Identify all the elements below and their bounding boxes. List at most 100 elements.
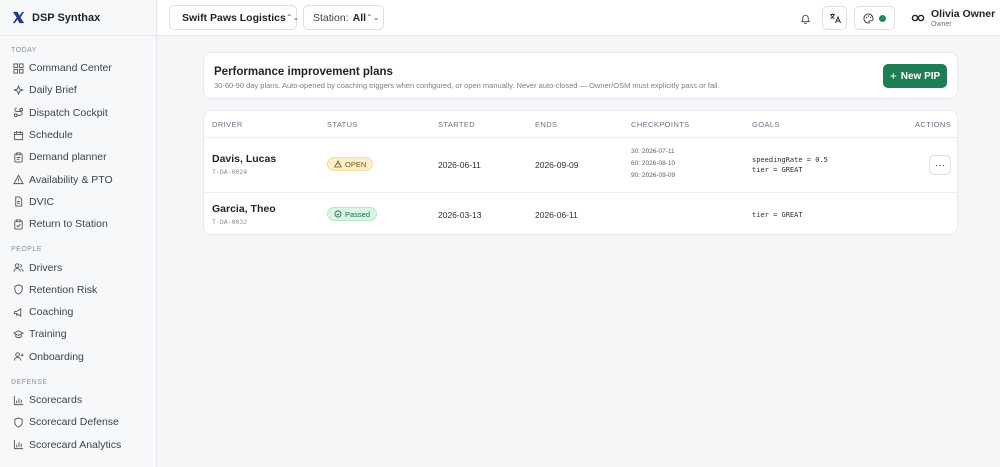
plus-icon: + [889, 69, 897, 83]
sidebar-item-schedule[interactable]: Schedule [0, 124, 156, 146]
org-name: Swift Paws Logistics [182, 11, 286, 24]
new-pip-label: New PIP [900, 70, 941, 82]
sidebar-item-command-center[interactable]: Command Center [0, 57, 156, 79]
sidebar-item-label: Schedule [29, 129, 73, 142]
driver-name[interactable]: Davis, Lucas [212, 153, 276, 165]
pip-table: DRIVER STATUS STARTED ENDS CHECKPOINTS G… [203, 110, 958, 235]
status-label: Passed [345, 209, 371, 219]
sidebar-item-return-to-station[interactable]: Return to Station [0, 213, 156, 235]
sidebar: DSP Synthax TODAY Command Center Daily B… [0, 0, 157, 467]
user-plus-icon [13, 352, 24, 361]
table-header: DRIVER STATUS STARTED ENDS CHECKPOINTS G… [204, 111, 957, 138]
page-title: Performance improvement plans [214, 66, 393, 78]
column-header-status: STATUS [327, 120, 358, 129]
table-row[interactable]: Davis, Lucas T-DA-0024 OPEN 2026-06-11 2… [204, 138, 957, 193]
theme-button[interactable] [854, 6, 895, 30]
user-role: Owner [931, 20, 952, 28]
translate-icon [829, 13, 841, 24]
user-info: Olivia Owner Owner [931, 8, 995, 29]
calendar-icon [13, 130, 24, 140]
document-icon [15, 196, 23, 207]
sidebar-item-scorecard-defense[interactable]: Scorecard Defense [0, 411, 156, 433]
page-subtitle: 30-60-90 day plans. Auto-opened by coach… [214, 81, 720, 90]
nav-heading: TODAY [11, 47, 37, 54]
user-name: Olivia Owner [931, 7, 996, 20]
warning-icon [13, 174, 24, 185]
nav-heading: PEOPLE [11, 246, 43, 254]
row-actions-button[interactable]: ··· [929, 155, 951, 175]
station-value: All [352, 11, 367, 24]
nav-section-defense: DEFENSE Scorecards Scorecard Defense Sco… [0, 368, 156, 456]
sidebar-item-label: Scorecard Analytics [29, 438, 122, 451]
sidebar-item-dispatch-cockpit[interactable]: Dispatch Cockpit [0, 102, 156, 124]
sidebar-item-label: Dispatch Cockpit [29, 106, 108, 119]
org-selector[interactable]: Swift Paws Logistics ⌃⌄ [169, 5, 300, 30]
users-icon [13, 263, 24, 272]
goal-item: tier = GREAT [752, 166, 803, 174]
sidebar-item-demand-planner[interactable]: Demand planner [0, 146, 156, 168]
new-pip-button[interactable]: + New PIP [883, 64, 947, 88]
checkpoint-90: 90: 2026-09-09 [631, 172, 676, 179]
station-label: Station: [313, 11, 349, 24]
started-date: 2026-06-11 [438, 160, 481, 170]
column-header-ends: ENDS [535, 120, 558, 129]
sidebar-item-label: Drivers [29, 261, 63, 274]
shield-icon [14, 417, 23, 428]
started-date: 2026-03-13 [438, 210, 482, 220]
goals: tier = GREAT [752, 210, 803, 220]
driver-id: T-DA-0032 [212, 218, 248, 226]
checkpoint-30: 30: 2026-07-11 [631, 148, 675, 155]
chevrons-up-down-icon: ⌃⌄ [285, 12, 300, 22]
station-selector[interactable]: Station: All ⌃⌄ [303, 5, 384, 30]
sidebar-item-onboarding[interactable]: Onboarding [0, 346, 156, 368]
sidebar-item-label: Scorecards [29, 394, 83, 406]
driver-id: T-DA-0024 [212, 168, 248, 176]
column-header-checkpoints: CHECKPOINTS [631, 120, 690, 129]
table-row[interactable]: Garcia, Theo T-DA-0032 Passed 2026-03-13… [204, 194, 957, 236]
sparkle-icon [13, 84, 24, 96]
check-circle-icon [334, 210, 342, 218]
brand-name: DSP Synthax [32, 11, 101, 24]
sidebar-item-dvic[interactable]: DVIC [0, 191, 156, 213]
shield-icon [14, 284, 23, 295]
language-button[interactable] [822, 6, 847, 30]
user-menu[interactable]: Olivia Owner Owner [911, 5, 995, 31]
goal-item: speedingRate = 0.5 [752, 156, 828, 164]
column-header-goals: GOALS [752, 120, 780, 129]
status-badge: Passed [327, 207, 378, 221]
page-header-card: Performance improvement plans 30-60-90 d… [203, 52, 958, 99]
sidebar-item-training[interactable]: Training [0, 323, 156, 345]
logo-icon [11, 10, 26, 25]
column-header-actions: ACTIONS [915, 120, 952, 129]
more-horizontal-icon: ··· [935, 159, 945, 171]
notifications-button[interactable] [793, 6, 818, 30]
end-date: 2026-06-11 [535, 210, 578, 220]
sidebar-item-scorecard-analytics[interactable]: Scorecard Analytics [0, 433, 156, 455]
top-bar: Swift Paws Logistics ⌃⌄ Station: All ⌃⌄ … [157, 0, 1000, 36]
goals: speedingRate = 0.5 tier = GREAT [752, 155, 828, 175]
sidebar-item-drivers[interactable]: Drivers [0, 256, 156, 278]
sidebar-item-scorecards[interactable]: Scorecards [0, 389, 156, 411]
avatar-icon [911, 14, 925, 22]
brand[interactable]: DSP Synthax [0, 0, 156, 36]
sidebar-item-daily-brief[interactable]: Daily Brief [0, 79, 156, 101]
megaphone-icon [13, 307, 22, 317]
sidebar-item-availability-pto[interactable]: Availability & PTO [0, 168, 156, 190]
sidebar-item-label: Retention Risk [29, 283, 98, 296]
sidebar-item-label: Onboarding [29, 350, 84, 363]
nav-section-people: PEOPLE Drivers Retention Risk Coaching T… [0, 235, 156, 367]
driver-name[interactable]: Garcia, Theo [212, 203, 276, 215]
sidebar-item-label: DVIC [29, 195, 55, 208]
clipboard-icon [14, 152, 23, 163]
sidebar-item-retention-risk[interactable]: Retention Risk [0, 279, 156, 301]
theme-status-dot [879, 14, 886, 22]
checkpoints: 30: 2026-07-11 60: 2026-08-10 90: 2026-0… [631, 146, 675, 182]
graduation-cap-icon [13, 330, 24, 338]
checkpoint-60: 60: 2026-08-10 [631, 160, 676, 167]
status-badge: OPEN [327, 157, 374, 171]
sidebar-item-coaching[interactable]: Coaching [0, 301, 156, 323]
column-header-driver: DRIVER [212, 120, 243, 129]
end-date: 2026-09-09 [535, 160, 579, 170]
sidebar-item-label: Availability & PTO [29, 173, 113, 186]
bell-icon [800, 14, 811, 24]
